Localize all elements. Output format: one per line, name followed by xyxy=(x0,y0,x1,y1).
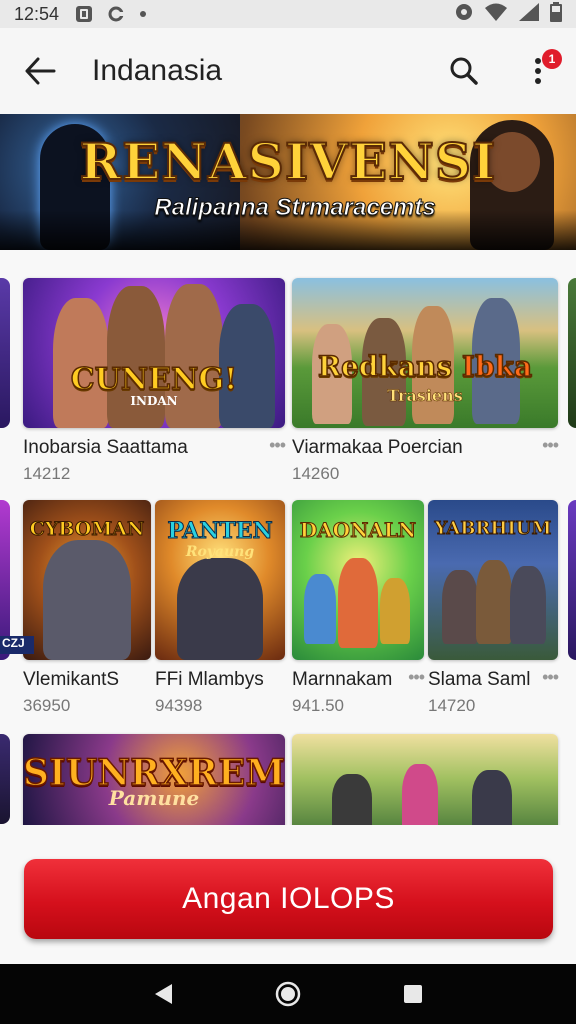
cellular-icon xyxy=(518,2,540,27)
app-bar: Indanasia 1 xyxy=(0,28,576,114)
game-thumbnail xyxy=(292,734,558,825)
data-saver-icon xyxy=(454,2,474,27)
status-right-group xyxy=(454,1,562,27)
game-name: VlemikantS xyxy=(23,669,120,690)
square-recents-icon xyxy=(404,985,423,1003)
game-meta: VlemikantS 36950 xyxy=(23,669,151,716)
arrow-left-icon xyxy=(25,57,56,85)
game-card[interactable]: Redkans Ibka Trasiens Viarmakaa Poercian… xyxy=(292,278,559,484)
battery-icon xyxy=(550,1,562,27)
peek-card-left[interactable] xyxy=(0,278,10,428)
game-card[interactable]: SIUNRXREM Pamune xyxy=(23,734,285,825)
back-button[interactable] xyxy=(18,49,62,93)
more-options-button[interactable]: 1 xyxy=(518,49,562,91)
game-meta: Viarmakaa Poercian 14260 ••• xyxy=(292,436,559,484)
game-name: Marnnakam xyxy=(292,669,393,690)
game-art-title-part: Redkans xyxy=(317,349,453,384)
peek-card-right[interactable] xyxy=(568,278,576,428)
game-art-title: CUNENG! xyxy=(70,361,238,398)
game-art-title: CYBOMAN xyxy=(29,518,145,541)
more-dots-icon[interactable]: ••• xyxy=(532,436,559,454)
game-art-subtitle: INDAN xyxy=(130,394,178,408)
search-icon xyxy=(450,57,478,85)
more-dots-icon[interactable]: ••• xyxy=(259,436,286,454)
game-art-title: DAONALN xyxy=(299,518,417,543)
game-thumbnail: Redkans Ibka Trasiens xyxy=(292,278,558,428)
notification-badge: 1 xyxy=(542,49,562,69)
game-count: 14212 xyxy=(23,464,71,483)
game-card[interactable]: DAONALN Marnnakam 941.50 ••• xyxy=(292,500,425,716)
game-thumbnail: CYBOMAN xyxy=(23,500,151,660)
game-card[interactable]: CUNENG! INDAN Inobarsia Saattama 14212 •… xyxy=(23,278,286,484)
peek-card-badge: CZJ xyxy=(0,636,34,654)
cta-container: Angan IOLOPS xyxy=(0,826,576,964)
app-screen: 12:54 Indanasia 1 RENASIVENSI Ralipanna … xyxy=(0,0,576,1024)
game-card[interactable] xyxy=(292,734,558,825)
game-count: 941.50 xyxy=(292,696,344,715)
more-dots-icon[interactable]: ••• xyxy=(532,668,559,686)
game-thumbnail: PANTEN Royaung xyxy=(155,500,285,660)
circle-home-icon xyxy=(275,981,301,1007)
nav-recents-button[interactable] xyxy=(393,974,433,1014)
app-bar-actions: 1 xyxy=(444,49,562,91)
game-grid: CUNENG! INDAN Inobarsia Saattama 14212 •… xyxy=(0,250,576,825)
search-button[interactable] xyxy=(444,51,484,91)
game-count: 14260 xyxy=(292,464,340,483)
dot-icon xyxy=(139,10,147,18)
peek-card-left[interactable] xyxy=(0,734,10,824)
hero-banner[interactable]: RENASIVENSI Ralipanna Strmaracemts xyxy=(0,114,576,250)
game-art-title: YABRHIUM xyxy=(434,518,552,540)
game-card[interactable]: CYBOMAN VlemikantS 36950 xyxy=(23,500,151,716)
game-meta: Inobarsia Saattama 14212 ••• xyxy=(23,436,286,484)
game-meta: Marnnakam 941.50 ••• xyxy=(292,668,425,716)
status-time: 12:54 xyxy=(14,3,60,24)
game-name: FFi Mlambys xyxy=(155,669,264,690)
game-art-subtitle: Trasiens xyxy=(387,386,463,406)
triangle-back-icon xyxy=(154,984,172,1004)
game-art-subtitle: Pamune xyxy=(108,786,200,810)
game-thumbnail: YABRHIUM xyxy=(428,500,558,660)
game-thumbnail: SIUNRXREM Pamune xyxy=(23,734,285,825)
game-name: Inobarsia Saattama xyxy=(23,437,188,458)
game-name: Viarmakaa Poercian xyxy=(292,437,463,458)
banner-title: RENASIVENSI xyxy=(79,131,497,192)
game-art-title: Redkans Ibka xyxy=(292,349,558,384)
banner-subtitle: Ralipanna Strmaracemts xyxy=(154,194,436,222)
game-card[interactable]: YABRHIUM Slama Saml 14720 ••• xyxy=(428,500,559,716)
more-vert-icon xyxy=(535,58,541,84)
game-art-title-part: Ibka xyxy=(461,349,533,384)
game-name: Slama Saml xyxy=(428,669,531,690)
game-thumbnail: DAONALN xyxy=(292,500,424,660)
game-count: 36950 xyxy=(23,696,71,715)
wifi-icon xyxy=(484,2,508,27)
game-meta: Slama Saml 14720 ••• xyxy=(428,668,559,716)
link-icon xyxy=(107,5,126,23)
game-art-title: PANTEN xyxy=(167,518,273,545)
game-art-subtitle: Royaung xyxy=(185,544,255,560)
nav-back-button[interactable] xyxy=(143,974,183,1014)
game-count: 94398 xyxy=(155,696,203,715)
more-dots-icon[interactable]: ••• xyxy=(398,668,425,686)
page-title: Indanasia xyxy=(92,54,223,87)
primary-cta-button[interactable]: Angan IOLOPS xyxy=(24,859,553,939)
status-bar: 12:54 xyxy=(0,0,576,28)
app-notification-icon xyxy=(75,5,93,23)
game-card[interactable]: PANTEN Royaung FFi Mlambys 94398 xyxy=(155,500,285,716)
game-thumbnail: CUNENG! INDAN xyxy=(23,278,285,428)
system-nav-bar xyxy=(0,964,576,1024)
game-count: 14720 xyxy=(428,696,476,715)
nav-home-button[interactable] xyxy=(268,974,308,1014)
game-meta: FFi Mlambys 94398 xyxy=(155,669,285,716)
peek-card-right[interactable] xyxy=(568,500,576,660)
